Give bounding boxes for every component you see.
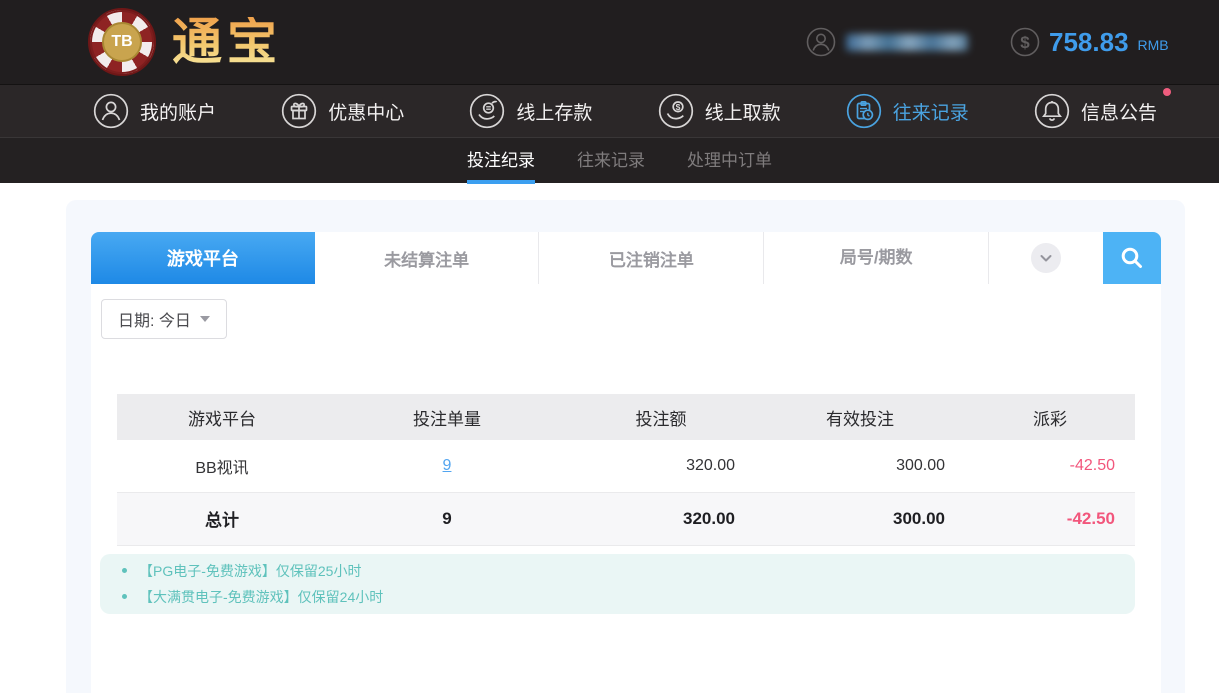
col-header-bet-count: 投注单量 bbox=[327, 394, 567, 440]
content-panel: 游戏平台 未结算注单 已注销注单 bbox=[66, 200, 1185, 693]
svg-text:$: $ bbox=[675, 102, 680, 112]
main-nav: 我的账户 优惠中心 线上存款 bbox=[0, 84, 1219, 137]
round-number-input[interactable] bbox=[764, 232, 989, 284]
note-text: 【大满贯电子-免费游戏】仅保留24小时 bbox=[139, 587, 383, 607]
date-select-label: 日期: 今日 bbox=[118, 307, 191, 331]
notification-dot bbox=[1163, 88, 1171, 96]
table-total-row: 总计 9 320.00 300.00 -42.50 bbox=[117, 492, 1135, 545]
nav-label: 优惠中心 bbox=[328, 98, 404, 125]
content-card: 游戏平台 未结算注单 已注销注单 bbox=[91, 232, 1161, 693]
chevron-down-icon bbox=[1031, 243, 1061, 273]
tab-cancelled-bets[interactable]: 已注销注单 bbox=[539, 232, 764, 284]
withdraw-icon: $ bbox=[658, 93, 694, 129]
user-account[interactable] bbox=[806, 0, 968, 84]
gift-icon bbox=[281, 93, 317, 129]
casino-chip-icon: TB bbox=[88, 8, 156, 76]
total-label: 总计 bbox=[117, 492, 327, 545]
subnav-pending-orders[interactable]: 处理中订单 bbox=[687, 138, 772, 184]
cell-platform: BB视讯 bbox=[117, 440, 327, 492]
subnav-transaction-records[interactable]: 往来记录 bbox=[577, 138, 645, 184]
search-icon bbox=[1119, 245, 1145, 271]
col-header-valid-bet: 有效投注 bbox=[755, 394, 965, 440]
avatar-icon bbox=[806, 27, 836, 57]
records-icon bbox=[846, 93, 882, 129]
note-line: 【PG电子-免费游戏】仅保留25小时 bbox=[100, 558, 1135, 584]
balance[interactable]: $ 758.83 RMB bbox=[1010, 0, 1169, 84]
dollar-coin-icon: $ bbox=[1010, 27, 1040, 57]
col-header-platform: 游戏平台 bbox=[117, 394, 327, 440]
nav-item-records[interactable]: 往来记录 bbox=[846, 93, 969, 129]
col-header-payout: 派彩 bbox=[965, 394, 1135, 440]
table-row: BB视讯 9 320.00 300.00 -42.50 bbox=[117, 440, 1135, 492]
note-line: 【大满贯电子-免费游戏】仅保留24小时 bbox=[100, 584, 1135, 610]
date-select[interactable]: 日期: 今日 bbox=[101, 299, 227, 339]
results-table: 游戏平台 投注单量 投注额 有效投注 派彩 BB视讯 9 320.00 300. bbox=[117, 394, 1135, 546]
total-count: 9 bbox=[327, 492, 567, 545]
bet-count-link[interactable]: 9 bbox=[443, 457, 452, 474]
page-body: 游戏平台 未结算注单 已注销注单 bbox=[0, 183, 1219, 693]
logo-badge: TB bbox=[102, 22, 142, 62]
logo[interactable]: TB 通宝 bbox=[88, 8, 282, 76]
caret-down-icon bbox=[200, 316, 210, 322]
balance-currency: RMB bbox=[1138, 37, 1169, 53]
nav-item-deposit[interactable]: 线上存款 bbox=[469, 93, 592, 129]
user-icon bbox=[93, 93, 129, 129]
nav-label: 我的账户 bbox=[140, 98, 216, 125]
date-filter-row: 日期: 今日 bbox=[101, 299, 1161, 339]
bullet-icon bbox=[122, 568, 127, 573]
col-header-bet-amount: 投注额 bbox=[567, 394, 755, 440]
username-redacted bbox=[846, 34, 968, 51]
nav-label: 线上存款 bbox=[516, 98, 592, 125]
retention-notes: 【PG电子-免费游戏】仅保留25小时 【大满贯电子-免费游戏】仅保留24小时 bbox=[100, 554, 1135, 614]
bell-icon bbox=[1034, 93, 1070, 129]
deposit-icon bbox=[469, 93, 505, 129]
top-header: TB 通宝 $ 758.83 RMB bbox=[0, 0, 1219, 84]
sub-nav: 投注纪录 往来记录 处理中订单 bbox=[0, 137, 1219, 183]
balance-amount: 758.83 bbox=[1049, 27, 1129, 58]
nav-label: 信息公告 bbox=[1081, 98, 1157, 125]
cell-payout: -42.50 bbox=[965, 440, 1135, 492]
nav-item-withdraw[interactable]: $ 线上取款 bbox=[658, 93, 781, 129]
nav-label: 线上取款 bbox=[705, 98, 781, 125]
search-button[interactable] bbox=[1103, 232, 1161, 284]
tab-unsettled-bets[interactable]: 未结算注单 bbox=[315, 232, 540, 284]
cell-valid-bet: 300.00 bbox=[755, 440, 965, 492]
total-bet-amount: 320.00 bbox=[567, 492, 755, 545]
filter-tabs: 游戏平台 未结算注单 已注销注单 bbox=[91, 232, 1161, 284]
table-header-row: 游戏平台 投注单量 投注额 有效投注 派彩 bbox=[117, 394, 1135, 440]
results-table-wrap: 游戏平台 投注单量 投注额 有效投注 派彩 BB视讯 9 320.00 300. bbox=[117, 394, 1135, 546]
total-valid-bet: 300.00 bbox=[755, 492, 965, 545]
bullet-icon bbox=[122, 594, 127, 599]
logo-text: 通宝 bbox=[172, 17, 282, 67]
nav-label: 往来记录 bbox=[893, 98, 969, 125]
nav-item-my-account[interactable]: 我的账户 bbox=[93, 93, 216, 129]
tab-game-platform[interactable]: 游戏平台 bbox=[91, 232, 315, 284]
total-payout: -42.50 bbox=[965, 492, 1135, 545]
cell-bet-amount: 320.00 bbox=[567, 440, 755, 492]
expand-toggle[interactable] bbox=[989, 232, 1103, 284]
nav-item-announcements[interactable]: 信息公告 bbox=[1034, 93, 1157, 129]
note-text: 【PG电子-免费游戏】仅保留25小时 bbox=[139, 561, 361, 581]
svg-text:$: $ bbox=[1020, 33, 1030, 52]
subnav-bet-records[interactable]: 投注纪录 bbox=[467, 138, 535, 184]
nav-item-promotions[interactable]: 优惠中心 bbox=[281, 93, 404, 129]
